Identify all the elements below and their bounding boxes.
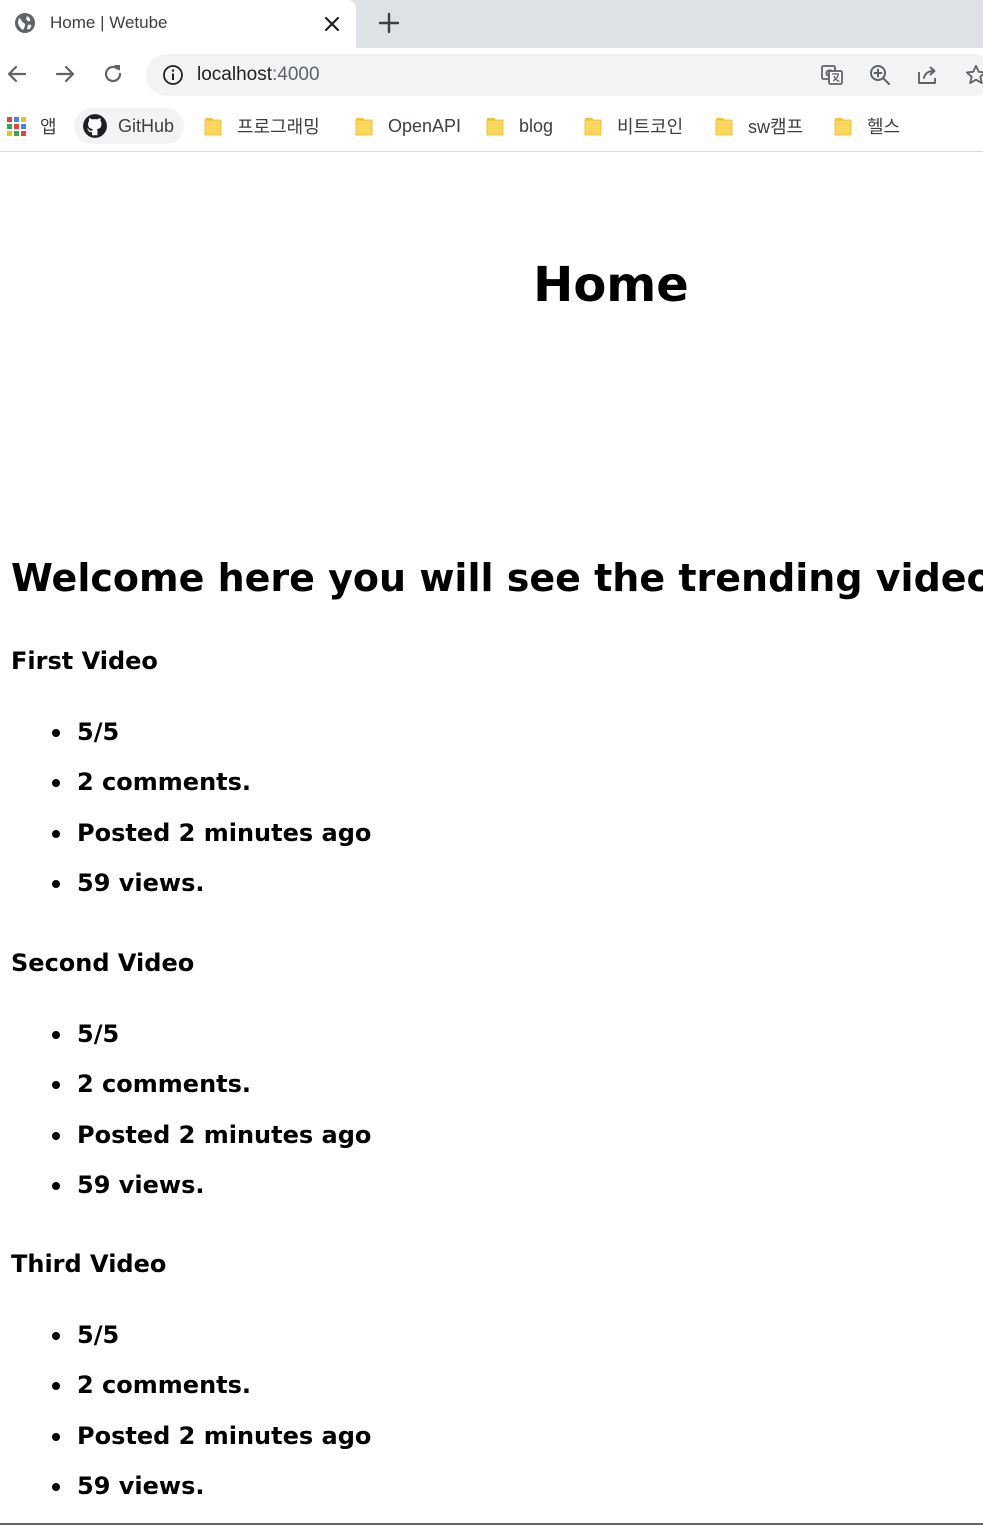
stat-text: 59 views. (77, 1471, 205, 1500)
stat-text: 2 comments. (77, 1070, 252, 1099)
video-item: First Video 5/5 2 comments. Posted 2 min… (11, 644, 911, 916)
video-posted: Posted 2 minutes ago (11, 1419, 911, 1469)
address-bar[interactable]: localhost:4000 G (146, 54, 983, 96)
welcome-heading: Welcome here you will see the trending v… (11, 556, 983, 600)
bookmark-github[interactable]: GitHub (74, 108, 185, 144)
video-stats: 5/5 2 comments. Posted 2 minutes ago 59 … (11, 1017, 911, 1218)
video-title: Third Video (11, 1250, 167, 1278)
video-posted: Posted 2 minutes ago (11, 1118, 911, 1168)
bookmark-label: GitHub (118, 115, 175, 136)
star-icon[interactable] (964, 63, 983, 87)
bookmark-folder[interactable]: 헬스 (833, 108, 900, 144)
browser-toolbar: localhost:4000 G (0, 48, 983, 102)
folder-icon (834, 118, 852, 136)
reload-icon[interactable] (100, 61, 126, 87)
folder-icon (355, 118, 373, 136)
folder-icon (204, 118, 222, 136)
stat-text: Posted 2 minutes ago (77, 818, 372, 847)
share-icon[interactable] (916, 63, 940, 87)
tab-title: Home | Wetube (50, 13, 168, 32)
url-host: localhost (197, 64, 272, 85)
stat-text: Posted 2 minutes ago (77, 1120, 372, 1149)
video-views: 59 views. (11, 866, 911, 916)
bookmark-label: sw캠프 (748, 117, 804, 137)
close-icon[interactable] (320, 12, 344, 36)
video-rating: 5/5 (11, 1318, 911, 1368)
bookmark-label: OpenAPI (388, 115, 462, 136)
stat-text: Posted 2 minutes ago (77, 1421, 372, 1450)
plus-icon[interactable] (376, 10, 402, 36)
video-item: Second Video 5/5 2 comments. Posted 2 mi… (11, 946, 911, 1218)
bookmark-label: blog (519, 115, 554, 136)
video-views: 59 views. (11, 1168, 911, 1218)
github-icon (83, 114, 107, 138)
page-title: Home (533, 257, 689, 313)
apps-icon (7, 116, 26, 136)
stat-text: 5/5 (77, 1020, 120, 1048)
bullet-icon (52, 1432, 60, 1441)
video-item: Third Video 5/5 2 comments. Posted 2 min… (11, 1247, 911, 1519)
bookmark-label: 앱 (40, 117, 57, 137)
video-posted: Posted 2 minutes ago (11, 816, 911, 866)
video-stats: 5/5 2 comments. Posted 2 minutes ago 59 … (11, 715, 911, 916)
stat-text: 5/5 (77, 718, 120, 746)
globe-icon (15, 13, 35, 33)
video-title: First Video (11, 647, 158, 675)
bullet-icon (52, 1031, 60, 1039)
bullet-icon (52, 1332, 60, 1340)
folder-icon (715, 118, 733, 136)
tab-home[interactable]: Home | Wetube (0, 0, 356, 48)
bullet-icon (52, 1382, 60, 1391)
bullet-icon (52, 829, 60, 838)
bookmark-folder[interactable]: 프로그래밍 (203, 108, 320, 144)
video-rating: 5/5 (11, 1017, 911, 1067)
stat-text: 59 views. (77, 1170, 205, 1199)
bookmark-label: 헬스 (867, 117, 901, 137)
bullet-icon (52, 1131, 60, 1140)
video-comments: 2 comments. (11, 1368, 911, 1418)
stat-text: 59 views. (77, 868, 205, 897)
video-views: 59 views. (11, 1469, 911, 1519)
bullet-icon (52, 729, 60, 737)
stat-text: 5/5 (77, 1321, 120, 1349)
info-icon[interactable] (162, 64, 184, 86)
bookmark-apps[interactable]: 앱 (7, 108, 57, 144)
video-title: Second Video (11, 949, 195, 977)
bookmark-label: 프로그래밍 (237, 117, 320, 137)
zoom-icon[interactable] (868, 63, 892, 87)
folder-icon (486, 118, 504, 136)
arrow-right-icon[interactable] (52, 61, 78, 87)
url-text: localhost:4000 (197, 64, 320, 86)
folder-icon (584, 118, 602, 136)
bullet-icon (52, 1081, 60, 1090)
video-rating: 5/5 (11, 715, 911, 765)
video-comments: 2 comments. (11, 1067, 911, 1117)
page-content: Home Welcome here you will see the trend… (0, 153, 983, 1525)
bullet-icon (52, 1181, 60, 1190)
bookmark-folder[interactable]: sw캠프 (714, 108, 803, 144)
bullet-icon (52, 879, 60, 888)
bookmark-folder[interactable]: 비트코인 (583, 108, 683, 144)
video-stats: 5/5 2 comments. Posted 2 minutes ago 59 … (11, 1318, 911, 1519)
stat-text: 2 comments. (77, 768, 252, 797)
bullet-icon (52, 779, 60, 788)
bookmarks-bar: 앱 GitHub 프로그래밍 OpenAPI blog 비트코인 sw캠프 헬스 (0, 102, 983, 152)
bookmark-folder[interactable]: OpenAPI (354, 108, 461, 144)
bullet-icon (52, 1482, 60, 1491)
tab-strip: Home | Wetube (0, 0, 983, 48)
url-port: :4000 (272, 64, 320, 85)
stat-text: 2 comments. (77, 1371, 252, 1400)
translate-icon[interactable]: G (820, 63, 844, 87)
bookmark-folder[interactable]: blog (485, 108, 553, 144)
bookmark-label: 비트코인 (617, 117, 684, 137)
arrow-left-icon[interactable] (4, 61, 30, 87)
video-comments: 2 comments. (11, 765, 911, 815)
